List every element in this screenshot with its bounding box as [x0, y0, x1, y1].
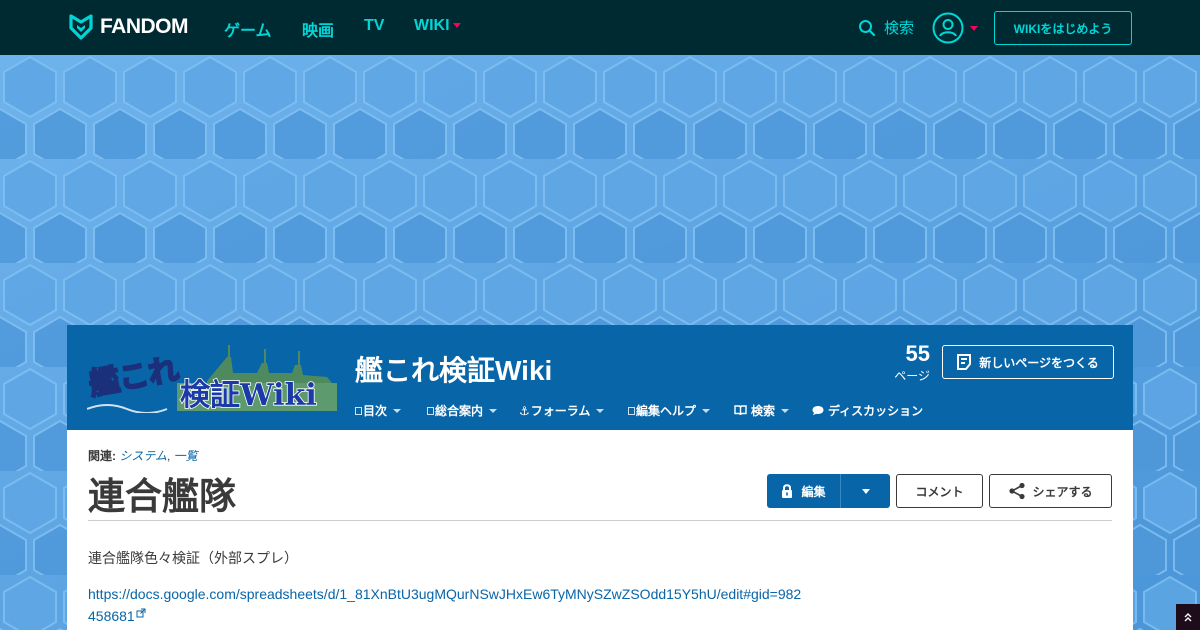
share-label: シェアする	[1032, 484, 1093, 499]
share-button[interactable]: シェアする	[989, 474, 1112, 508]
wiki-nav-label: 検索	[751, 404, 776, 418]
wiki-nav-edit-help[interactable]: 編集ヘルプ	[628, 402, 711, 419]
wiki-header: 艦これ 検証Wiki 艦これ検証Wiki 55 ページ 新しいページをつくる 目…	[67, 325, 1133, 430]
new-page-label: 新しいページをつくる	[979, 355, 1099, 370]
start-wiki-button[interactable]: WIKIをはじめよう	[994, 11, 1132, 45]
external-link-text: https://docs.google.com/spreadsheets/d/1…	[88, 586, 802, 624]
page-content: 関連: システム, 一覧 連合艦隊 編集 コメント シェアする 連合艦隊色々検証…	[67, 430, 1133, 630]
fandom-logo[interactable]: FANDOM	[67, 13, 189, 41]
edit-label: 編集	[801, 484, 826, 499]
wiki-logo-text-1: 艦これ	[87, 352, 181, 402]
wiki-nav-search[interactable]: 検索	[734, 402, 790, 419]
scroll-to-top-button[interactable]	[1176, 604, 1200, 630]
anchor-icon: ⚓	[519, 403, 530, 418]
global-navigation: FANDOM ゲーム 映画 TV WIKI 検索 WIKIをはじめよう	[0, 0, 1200, 55]
search-label: 検索	[884, 20, 915, 37]
contents-icon	[355, 406, 362, 415]
related-categories: 関連: システム, 一覧	[88, 447, 198, 464]
fandom-brand-text: FANDOM	[100, 15, 189, 38]
edit-button-group: 編集	[767, 474, 890, 508]
page-count-label: ページ	[894, 369, 930, 383]
related-link-system[interactable]: システム	[119, 449, 167, 463]
wiki-nav-discussions[interactable]: ディスカッション	[812, 402, 923, 419]
page-add-icon	[957, 354, 972, 370]
search-icon	[859, 19, 876, 36]
chevron-down-icon	[781, 408, 790, 413]
nav-link-wiki[interactable]: WIKI	[414, 17, 461, 35]
page-description: 連合艦隊色々検証（外部スプレ）	[88, 550, 298, 566]
chevron-down-icon	[970, 25, 978, 31]
nav-link-tv[interactable]: TV	[364, 17, 384, 35]
wiki-nav-guide[interactable]: 総合案内	[427, 402, 498, 419]
wiki-logo[interactable]: 艦これ 検証Wiki	[86, 343, 337, 414]
book-icon	[734, 405, 747, 416]
user-avatar-icon	[932, 12, 964, 44]
nav-link-games[interactable]: ゲーム	[224, 17, 272, 41]
chevron-down-icon	[596, 408, 605, 413]
wiki-nav-label: 総合案内	[435, 404, 484, 418]
new-page-button[interactable]: 新しいページをつくる	[942, 345, 1114, 379]
edit-dropdown-button[interactable]	[841, 488, 890, 494]
wiki-logo-image: 艦これ 検証Wiki	[86, 345, 337, 414]
wiki-nav-label: フォーラム	[530, 404, 591, 418]
comment-button[interactable]: コメント	[896, 474, 983, 508]
global-search-button[interactable]: 検索	[858, 17, 914, 38]
wiki-nav-label: 目次	[363, 404, 388, 418]
page-count-number: 55	[905, 341, 930, 366]
user-menu[interactable]	[932, 12, 978, 44]
external-spreadsheet-link[interactable]: https://docs.google.com/spreadsheets/d/1…	[88, 583, 808, 627]
speech-bubble-icon	[812, 406, 824, 416]
wiki-nav-forum[interactable]: ⚓ フォーラム	[519, 402, 605, 419]
chevron-down-icon	[489, 408, 498, 413]
nav-link-movies[interactable]: 映画	[302, 17, 334, 41]
guide-icon	[427, 406, 434, 415]
wiki-nav-label: ディスカッション	[828, 404, 924, 418]
nav-wiki-label: WIKI	[414, 17, 450, 34]
related-link-list[interactable]: 一覧	[174, 449, 198, 463]
page-title: 連合艦隊	[88, 476, 236, 517]
external-link-icon	[136, 608, 146, 618]
lock-icon	[782, 483, 793, 498]
fandom-heart-icon	[69, 14, 93, 40]
wiki-title[interactable]: 艦これ検証Wiki	[355, 349, 552, 389]
page-count: 55 ページ	[890, 341, 930, 384]
chevron-down-icon	[861, 488, 870, 494]
double-chevron-up-icon	[1184, 613, 1192, 622]
wiki-nav-contents[interactable]: 目次	[355, 402, 402, 419]
chevron-down-icon	[393, 408, 402, 413]
help-icon	[628, 406, 635, 415]
divider	[88, 520, 1112, 521]
share-icon	[1009, 482, 1026, 500]
wiki-nav-label: 編集ヘルプ	[636, 404, 697, 418]
edit-button[interactable]: 編集	[767, 474, 841, 508]
related-separator: ,	[166, 449, 174, 463]
wiki-logo-text-2: 検証Wiki	[180, 378, 317, 413]
related-label: 関連:	[88, 449, 116, 463]
chevron-down-icon	[452, 23, 461, 29]
chevron-down-icon	[702, 408, 711, 413]
